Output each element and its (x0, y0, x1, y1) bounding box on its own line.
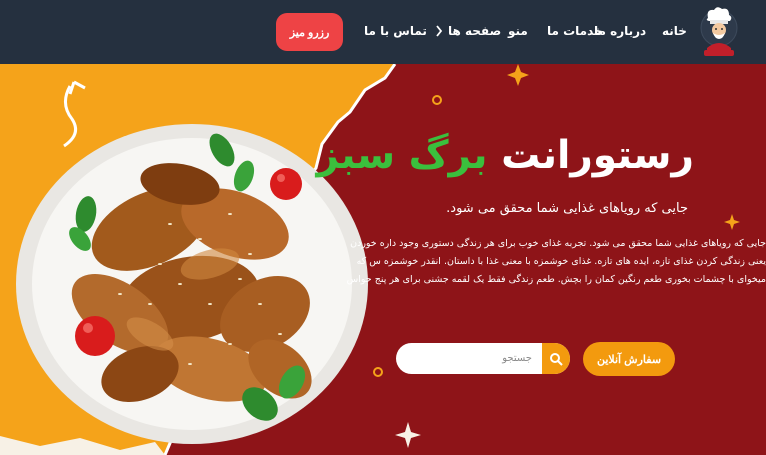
nav-item-contact[interactable]: تماس با ما (364, 24, 427, 38)
hero-section: رستورانت برگ سبز جایی که رویاهای غذایی ش… (0, 64, 766, 455)
nav-item-pages[interactable]: صفحه ها (448, 24, 501, 38)
hero-title-accent: برگ سبز (316, 133, 488, 178)
hero-subtitle: جایی که رویاهای غذایی شما محقق می شود. (446, 201, 688, 216)
nav-item-home[interactable]: خانه (662, 24, 687, 38)
hero-title-main: رستورانت (501, 133, 694, 178)
nav-item-menu[interactable]: منو (508, 24, 528, 38)
search-icon (550, 352, 563, 366)
chef-logo-icon[interactable] (698, 4, 740, 58)
search-bar (396, 343, 570, 374)
navbar: خانه درباره ما خدمات ما منو صفحه ها تماس… (0, 0, 766, 64)
hero-description: جایی که رویاهای غذایی شما محقق می شود. ت… (346, 238, 766, 285)
reserve-table-button[interactable]: رزرو میز (276, 13, 343, 51)
hero-title: رستورانت برگ سبز (317, 130, 694, 182)
order-online-button[interactable]: سفارش آنلاین (583, 342, 675, 376)
nav-item-services[interactable]: خدمات ما (547, 24, 603, 38)
chevron-icon[interactable] (435, 25, 443, 37)
search-button[interactable] (542, 343, 570, 374)
